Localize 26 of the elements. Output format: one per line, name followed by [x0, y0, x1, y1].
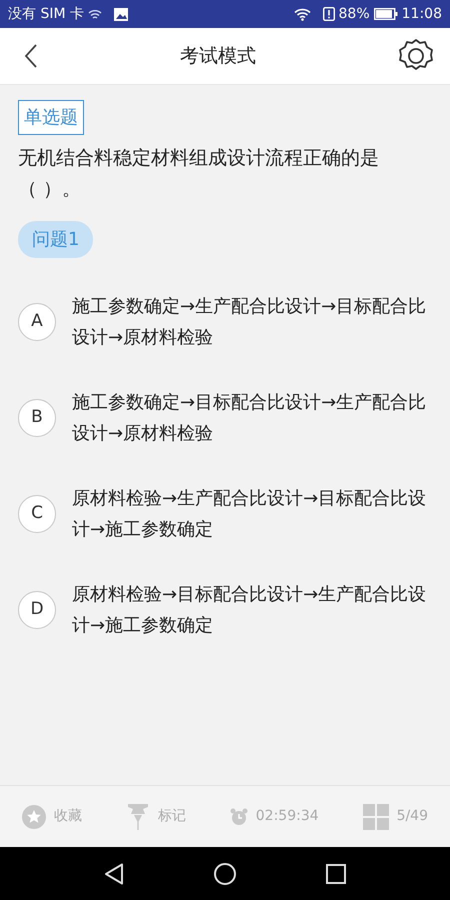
option-text[interactable]: 施工参数确定→目标配合比设计→生产配合比设计→原材料检验	[72, 387, 432, 449]
home-nav-icon[interactable]	[214, 862, 236, 884]
alarm-clock-icon	[230, 808, 248, 826]
option-text[interactable]: 原材料检验→目标配合比设计→生产配合比设计→施工参数确定	[72, 579, 432, 641]
back-icon[interactable]	[24, 44, 38, 68]
timer-text: 02:59:34	[256, 807, 319, 826]
wifi-icon	[294, 8, 311, 20]
alert-icon	[322, 7, 335, 21]
option-letter[interactable]: B	[18, 399, 56, 437]
question-type-tag: 单选题	[18, 100, 84, 135]
question-number-tag: 问题1	[18, 221, 94, 258]
option-letter[interactable]: C	[18, 495, 56, 533]
option-letter[interactable]: A	[18, 303, 56, 341]
option-text[interactable]: 施工参数确定→生产配合比设计→目标配合比设计→原材料检验	[72, 291, 432, 353]
image-icon	[114, 8, 128, 20]
question-text: 无机结合料稳定材料组成设计流程正确的是（ ）。	[18, 146, 380, 202]
page-title: 考试模式	[180, 44, 256, 69]
battery-percent: 88%	[338, 4, 370, 24]
clock-time: 11:08	[402, 4, 442, 24]
back-nav-icon[interactable]	[104, 862, 124, 884]
option-text[interactable]: 原材料检验→生产配合比设计→目标配合比设计→施工参数确定	[72, 483, 432, 545]
wifi-hotspot-icon	[88, 8, 102, 20]
battery-icon	[374, 8, 398, 20]
option-letter[interactable]: D	[18, 591, 56, 629]
recents-nav-icon[interactable]	[326, 864, 346, 884]
carrier-text: 没有 SIM 卡	[8, 4, 84, 24]
